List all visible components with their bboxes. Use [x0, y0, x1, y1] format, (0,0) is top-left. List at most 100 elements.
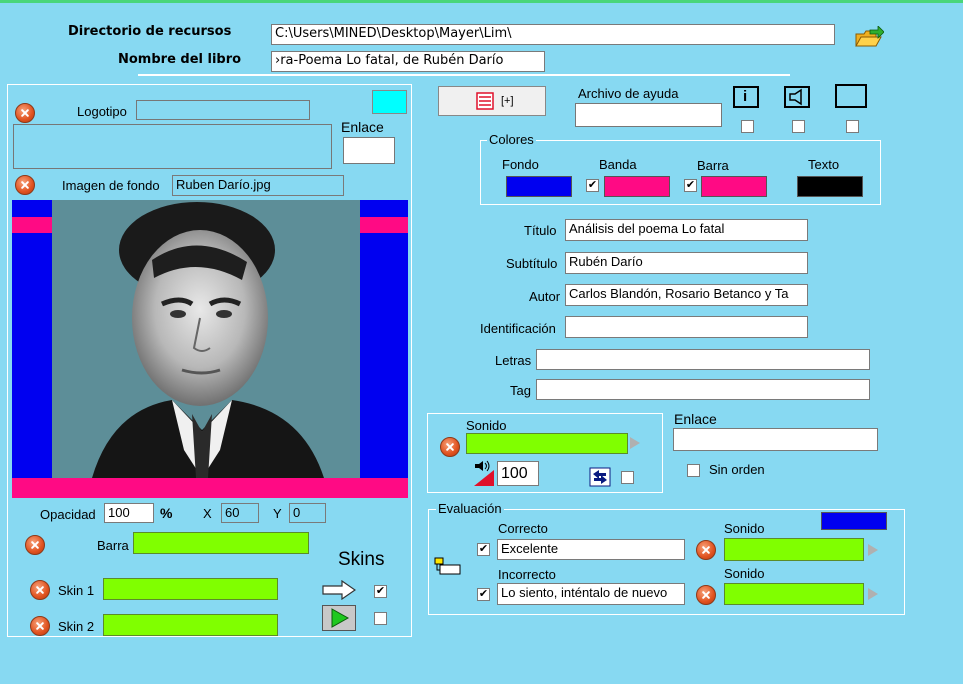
- bar-field[interactable]: [133, 532, 309, 554]
- correct-checkbox[interactable]: ✔: [477, 543, 490, 556]
- sound-play-icon[interactable]: [630, 437, 640, 449]
- skin2-field[interactable]: [103, 614, 278, 636]
- incorrect-label: Incorrecto: [498, 567, 556, 582]
- tag-label: Tag: [510, 383, 531, 398]
- open-folder-icon[interactable]: [854, 25, 885, 50]
- correct-sound-play-icon[interactable]: [868, 544, 878, 556]
- incorrect-sound-play-icon[interactable]: [868, 588, 878, 600]
- x-label: X: [203, 506, 212, 521]
- arrow-right-icon: [322, 579, 357, 601]
- directory-label: Directorio de recursos: [68, 24, 232, 39]
- texto-label: Texto: [808, 157, 840, 172]
- correct-sound-label: Sonido: [724, 521, 765, 536]
- background-image-field[interactable]: Ruben Darío.jpg: [172, 175, 344, 196]
- book-name-label: Nombre del libro: [118, 52, 242, 67]
- no-order-checkbox[interactable]: [687, 464, 700, 477]
- header-divider: [138, 74, 790, 76]
- skin1-field[interactable]: [103, 578, 278, 600]
- remove-skin1-button[interactable]: [30, 580, 50, 600]
- opacity-field[interactable]: 100: [104, 503, 154, 523]
- author-field[interactable]: Carlos Blandón, Rosario Betanco y Ta: [565, 284, 808, 306]
- fondo-color-swatch[interactable]: [506, 176, 572, 197]
- portrait-photo: [52, 200, 360, 478]
- help-file-label: Archivo de ayuda: [578, 86, 679, 101]
- letters-label: Letras: [495, 353, 532, 368]
- remove-sound-button[interactable]: [440, 437, 460, 457]
- remove-bar-button[interactable]: [25, 535, 45, 555]
- correct-field[interactable]: Excelente: [497, 539, 685, 560]
- link-field[interactable]: [673, 428, 878, 451]
- link-label: Enlace: [674, 411, 717, 427]
- colors-legend: Colores: [487, 132, 536, 147]
- skin2-label: Skin 2: [58, 619, 95, 634]
- fondo-label: Fondo: [502, 157, 539, 172]
- incorrect-sound-label: Sonido: [724, 566, 765, 581]
- remove-skin2-button[interactable]: [30, 616, 50, 636]
- opacity-label: Opacidad: [40, 507, 96, 522]
- y-field[interactable]: 0: [289, 503, 326, 523]
- evaluation-layout-icon[interactable]: [434, 556, 464, 576]
- letters-field[interactable]: [536, 349, 870, 370]
- title-field[interactable]: Análisis del poema Lo fatal: [565, 219, 808, 241]
- evaluation-color-swatch[interactable]: [821, 512, 887, 530]
- remove-background-button[interactable]: [15, 175, 35, 195]
- logo-color-swatch[interactable]: [372, 90, 407, 114]
- play-icon[interactable]: [322, 605, 356, 631]
- top-accent-line: [0, 0, 963, 3]
- subtitle-label: Subtítulo: [506, 256, 558, 271]
- sync-checkbox[interactable]: [621, 471, 634, 484]
- sound-checkbox[interactable]: [792, 120, 805, 133]
- sound-label: Sonido: [466, 418, 507, 433]
- tag-field[interactable]: [536, 379, 870, 400]
- sync-icon[interactable]: [589, 467, 611, 487]
- banda-checkbox[interactable]: ✔: [586, 179, 599, 192]
- identification-field[interactable]: [565, 316, 808, 338]
- correct-label: Correcto: [498, 521, 548, 536]
- opacity-percent: %: [160, 505, 173, 521]
- incorrect-field[interactable]: Lo siento, inténtalo de nuevo: [497, 583, 685, 605]
- y-label: Y: [273, 506, 282, 521]
- sound-field[interactable]: [466, 433, 628, 454]
- sound-icon[interactable]: [784, 86, 810, 108]
- title-label: Título: [524, 223, 557, 238]
- author-label: Autor: [529, 289, 561, 304]
- logo-link-field[interactable]: [343, 137, 395, 164]
- page-add-button[interactable]: [+]: [438, 86, 546, 116]
- info-checkbox[interactable]: [741, 120, 754, 133]
- directory-field[interactable]: C:\Users\MINED\Desktop\Mayer\Lim\: [271, 24, 835, 45]
- logo-preview-box: [13, 124, 332, 169]
- no-order-label: Sin orden: [709, 462, 765, 477]
- background-preview: [12, 200, 408, 498]
- logo-link-label: Enlace: [341, 119, 384, 135]
- book-name-field[interactable]: ›ra-Poema Lo fatal, de Rubén Darío: [271, 51, 545, 72]
- banda-label: Banda: [599, 157, 637, 172]
- barra-color-label: Barra: [697, 158, 729, 173]
- incorrect-sound-field[interactable]: [724, 583, 864, 605]
- help-file-field[interactable]: [575, 103, 722, 127]
- logo-field[interactable]: [136, 100, 310, 120]
- window-checkbox[interactable]: [846, 120, 859, 133]
- identification-label: Identificación: [480, 321, 556, 336]
- window-icon[interactable]: [835, 84, 867, 108]
- volume-icon[interactable]: [472, 460, 496, 486]
- correct-sound-field[interactable]: [724, 538, 864, 561]
- incorrect-checkbox[interactable]: ✔: [477, 588, 490, 601]
- skin2-checkbox[interactable]: [374, 612, 387, 625]
- remove-logo-button[interactable]: [15, 103, 35, 123]
- skin1-label: Skin 1: [58, 583, 95, 598]
- remove-incorrect-sound-button[interactable]: [696, 585, 716, 605]
- volume-field[interactable]: 100: [497, 461, 539, 486]
- skins-title: Skins: [338, 549, 385, 570]
- texto-color-swatch[interactable]: [797, 176, 863, 197]
- page-add-label: [+]: [501, 95, 514, 107]
- remove-correct-sound-button[interactable]: [696, 540, 716, 560]
- skin1-checkbox[interactable]: ✔: [374, 585, 387, 598]
- banda-color-swatch[interactable]: [604, 176, 670, 197]
- x-field[interactable]: 60: [221, 503, 259, 523]
- barra-color-swatch[interactable]: [701, 176, 767, 197]
- subtitle-field[interactable]: Rubén Darío: [565, 252, 808, 274]
- barra-checkbox[interactable]: ✔: [684, 179, 697, 192]
- info-icon[interactable]: i: [733, 86, 759, 108]
- bar-label: Barra: [97, 538, 129, 553]
- logo-label: Logotipo: [77, 104, 127, 119]
